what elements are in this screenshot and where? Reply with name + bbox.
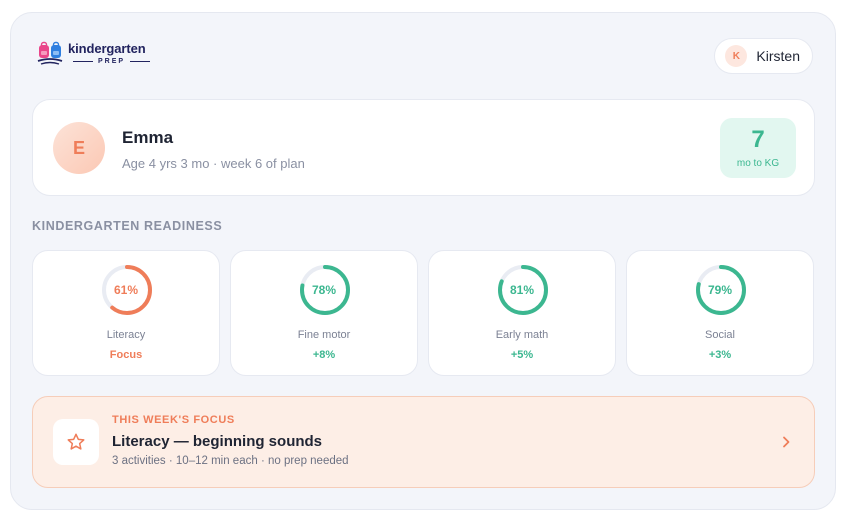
child-avatar: E [53,122,105,174]
metric-card-early-math[interactable]: 81% Early math +5% [428,250,616,376]
metric-label: Fine motor [297,329,351,341]
metric-delta: +5% [510,349,534,361]
user-avatar: K [725,45,748,67]
kg-countdown-value: 7 [751,125,765,153]
child-meta: Age 4 yrs 3 mo · week 6 of plan [122,156,305,171]
metric-percent: 79% [707,283,733,297]
brand-logo[interactable]: kindergarten PREP [37,40,155,66]
focus-icon-box [53,419,99,465]
readiness-section-title: KINDERGARTEN READINESS [32,219,223,233]
child-profile-card[interactable]: E Emma Age 4 yrs 3 mo · week 6 of plan 7… [32,99,815,196]
brand-subtitle: PREP [68,58,155,65]
user-name: Kirsten [756,48,800,64]
star-icon [67,433,85,450]
focus-title: Literacy — beginning sounds [112,433,323,450]
kg-countdown-badge: 7 mo to KG [720,118,796,178]
metric-label: Literacy [106,329,146,341]
app-frame: kindergarten PREP K Kirsten E Emma Age 4… [10,12,836,510]
metric-card-social[interactable]: 79% Social +3% [626,250,814,376]
metric-delta: Focus [109,349,143,361]
metric-label: Early math [495,329,549,341]
metric-delta: +3% [708,349,732,361]
metric-label: Social [705,329,735,341]
backpacks-icon [37,41,63,65]
metric-card-fine-motor[interactable]: 78% Fine motor +8% [230,250,418,376]
metric-percent: 78% [311,283,337,297]
metric-delta: +8% [312,349,336,361]
metric-percent: 61% [113,283,139,297]
child-name: Emma [122,128,174,147]
brand-name: kindergarten [68,40,146,56]
focus-kicker: THIS WEEK'S FOCUS [112,414,235,426]
focus-subtitle: 3 activities · 10–12 min each · no prep … [112,455,349,467]
user-menu-button[interactable]: K Kirsten [714,38,813,74]
metric-card-literacy[interactable]: 61% Literacy Focus [32,250,220,376]
kg-countdown-label: mo to KG [736,157,780,169]
metric-percent: 81% [509,283,535,297]
chevron-right-icon[interactable] [780,435,792,449]
weekly-focus-card[interactable]: THIS WEEK'S FOCUS Literacy — beginning s… [32,396,815,488]
